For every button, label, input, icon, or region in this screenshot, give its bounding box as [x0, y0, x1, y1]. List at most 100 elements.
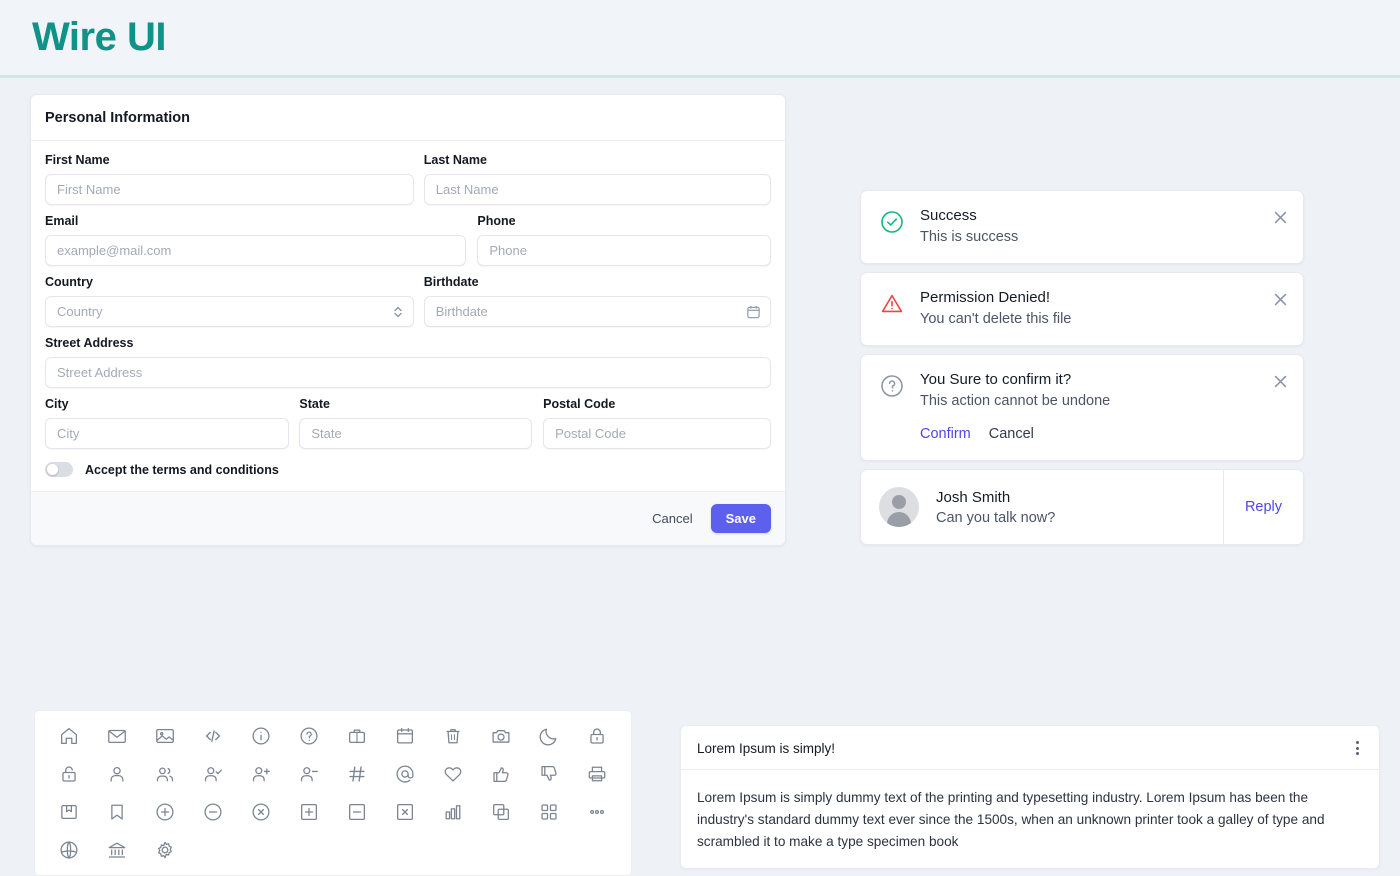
brand-title: Wire UI: [32, 15, 166, 59]
label-birthdate: Birthdate: [423, 275, 479, 289]
trash-icon[interactable]: [429, 725, 477, 747]
terms-toggle-label: Accept the terms and conditions: [85, 462, 279, 477]
cancel-button[interactable]: Cancel: [642, 505, 702, 532]
minus-circle-icon[interactable]: [189, 801, 237, 823]
alert-permission-denied-title: Permission Denied!: [920, 289, 1051, 306]
message-card: Josh Smith Can you talk now? Reply: [860, 469, 1304, 545]
city-input[interactable]: [45, 418, 290, 449]
postal-code-input[interactable]: [543, 418, 771, 449]
reply-button[interactable]: Reply: [1223, 470, 1303, 544]
message-body: Josh Smith Can you talk now?: [861, 470, 1223, 544]
form-body: First Name Last Name Email Phone: [31, 141, 785, 491]
user-check-icon[interactable]: [189, 763, 237, 785]
terms-toggle[interactable]: [45, 462, 73, 477]
close-square-icon[interactable]: [381, 801, 429, 823]
info-icon[interactable]: [237, 725, 285, 747]
field-postal-code: Postal Code: [543, 397, 771, 449]
field-birthdate: Birthdate: [423, 275, 771, 327]
icon-grid-card: [34, 710, 632, 876]
birthdate-input[interactable]: [423, 296, 771, 327]
field-city: City: [45, 397, 290, 449]
lock-closed-icon[interactable]: [573, 725, 621, 747]
alert-cancel-button[interactable]: Cancel: [989, 426, 1034, 442]
bar-chart-icon[interactable]: [429, 801, 477, 823]
alert-confirm-actions: Confirm Cancel: [920, 426, 1262, 442]
phone-input[interactable]: [477, 235, 771, 266]
terms-toggle-row: Accept the terms and conditions: [45, 462, 771, 477]
plus-square-icon[interactable]: [285, 801, 333, 823]
globe-icon[interactable]: [45, 839, 93, 861]
code-icon[interactable]: [189, 725, 237, 747]
briefcase-icon[interactable]: [333, 725, 381, 747]
bookmark-icon[interactable]: [93, 801, 141, 823]
user-plus-icon[interactable]: [237, 763, 285, 785]
alert-confirm: You Sure to confirm it? This action cann…: [860, 354, 1304, 461]
form-row-country-birthdate: Country Birthdate: [45, 275, 771, 327]
thumbs-up-icon[interactable]: [477, 763, 525, 785]
minus-square-icon[interactable]: [333, 801, 381, 823]
users-icon[interactable]: [141, 763, 189, 785]
printer-icon[interactable]: [573, 763, 621, 785]
street-address-input[interactable]: [45, 357, 771, 388]
kebab-menu-icon[interactable]: [1352, 739, 1363, 757]
calendar-icon[interactable]: [381, 725, 429, 747]
field-street-address: Street Address: [45, 336, 771, 388]
field-state: State: [299, 397, 533, 449]
label-postal-code: Postal Code: [543, 397, 616, 411]
app-header: Wire UI: [0, 0, 1400, 78]
question-icon[interactable]: [285, 725, 333, 747]
save-button[interactable]: Save: [710, 504, 771, 533]
hash-icon[interactable]: [333, 763, 381, 785]
plus-circle-icon[interactable]: [141, 801, 189, 823]
bank-icon[interactable]: [93, 839, 141, 861]
personal-information-card: Personal Information First Name Last Nam…: [30, 94, 786, 546]
state-input[interactable]: [299, 418, 533, 449]
first-name-input[interactable]: [45, 174, 414, 205]
close-icon[interactable]: [1272, 209, 1289, 226]
lorem-card-header: Lorem Ipsum is simply!: [681, 726, 1379, 770]
form-row-contact: Email Phone: [45, 214, 771, 266]
thumbs-down-icon[interactable]: [525, 763, 573, 785]
alert-success-message: This is success: [920, 229, 1019, 245]
label-last-name: Last Name: [423, 153, 487, 167]
label-first-name: First Name: [45, 153, 110, 167]
page-stage: Personal Information First Name Last Nam…: [0, 78, 1400, 876]
ellipsis-icon[interactable]: [573, 801, 621, 823]
message-sender-name: Josh Smith: [936, 488, 1011, 506]
last-name-input[interactable]: [423, 174, 771, 205]
lock-open-icon[interactable]: [45, 763, 93, 785]
camera-icon[interactable]: [477, 725, 525, 747]
alert-success-text: Success This is success: [920, 207, 1262, 245]
moon-icon[interactable]: [525, 725, 573, 747]
check-circle-icon: [879, 209, 905, 235]
grid-icon[interactable]: [525, 801, 573, 823]
label-email: Email: [45, 214, 79, 228]
close-circle-icon[interactable]: [237, 801, 285, 823]
image-icon[interactable]: [141, 725, 189, 747]
confirm-button[interactable]: Confirm: [920, 426, 971, 442]
alert-confirm-title: You Sure to confirm it?: [920, 371, 1072, 388]
user-minus-icon[interactable]: [285, 763, 333, 785]
lorem-card-title: Lorem Ipsum is simply!: [697, 740, 836, 756]
at-sign-icon[interactable]: [381, 763, 429, 785]
heart-icon[interactable]: [429, 763, 477, 785]
alert-success-title: Success: [920, 207, 977, 224]
copy-icon[interactable]: [477, 801, 525, 823]
question-circle-icon: [879, 373, 905, 399]
gear-icon[interactable]: [141, 839, 189, 861]
card-title: Personal Information: [31, 95, 785, 141]
close-icon[interactable]: [1272, 373, 1289, 390]
close-icon[interactable]: [1272, 291, 1289, 308]
book-icon[interactable]: [45, 801, 93, 823]
mail-icon[interactable]: [93, 725, 141, 747]
field-email: Email: [45, 214, 467, 266]
form-footer: Cancel Save: [31, 491, 785, 545]
country-select[interactable]: [45, 296, 414, 327]
label-state: State: [299, 397, 330, 411]
user-icon[interactable]: [93, 763, 141, 785]
alert-permission-denied-text: Permission Denied! You can't delete this…: [920, 289, 1262, 327]
home-icon[interactable]: [45, 725, 93, 747]
form-row-name: First Name Last Name: [45, 153, 771, 205]
email-input[interactable]: [45, 235, 467, 266]
alerts-column: Success This is success Permission Denie…: [860, 190, 1304, 545]
